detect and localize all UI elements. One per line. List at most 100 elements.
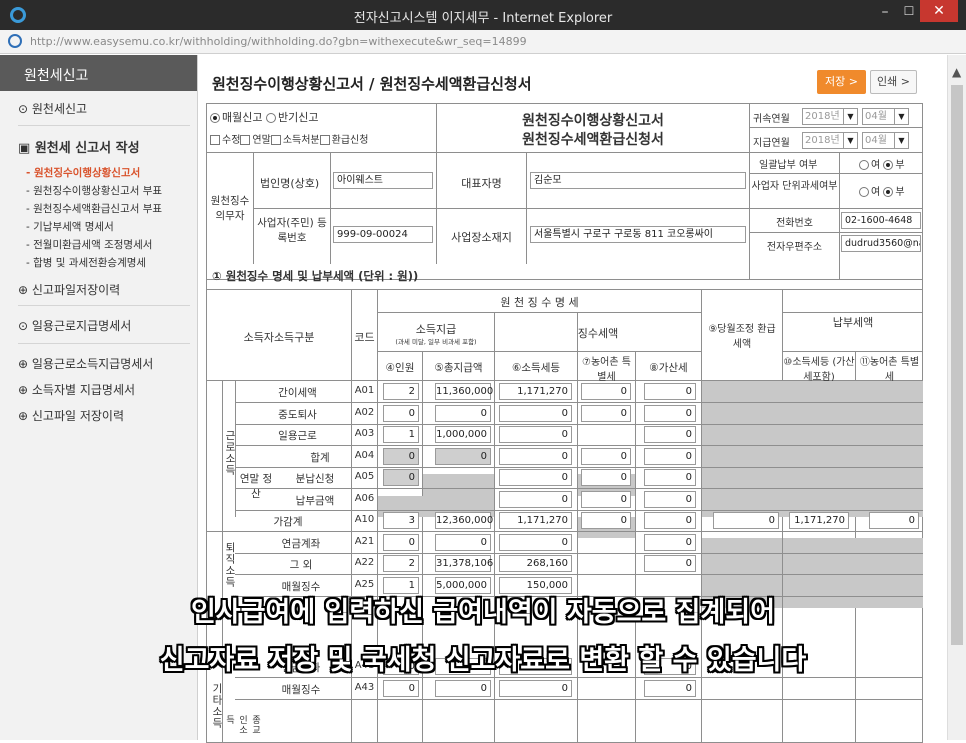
row-penalty[interactable]: 0 [644, 405, 696, 422]
sidebar-item-daily[interactable]: ⊙ 일용근로지급명세서 [18, 317, 131, 334]
address-bar[interactable]: http://www.easysemu.co.kr/withholding/wi… [0, 30, 966, 54]
row-penalty[interactable]: 0 [644, 448, 696, 465]
report-type-radios[interactable]: 매월신고 반기신고 [210, 109, 318, 125]
minimize-icon[interactable]: – [874, 4, 896, 24]
addr-input[interactable]: 서울특별시 구로구 구로동 811 코오롱싸이 [530, 226, 746, 243]
email-input[interactable]: dudrud3560@na [841, 235, 921, 252]
col-6: ⑥소득세등 [511, 362, 561, 374]
row-amount[interactable]: 11,360,000 [435, 383, 493, 400]
scroll-thumb[interactable] [951, 85, 963, 645]
row-persons[interactable]: 2 [383, 383, 419, 400]
row-due-rural[interactable]: 0 [869, 512, 919, 529]
row-persons[interactable]: 2 [383, 555, 419, 572]
row-penalty[interactable]: 0 [644, 534, 696, 551]
year-select[interactable]: 2018년 ▼ [802, 108, 858, 125]
row-amount[interactable]: 0 [435, 658, 491, 675]
sidebar-sub-1[interactable]: - 원천징수이행상황신고서 부표 [26, 183, 162, 198]
print-button[interactable]: 인쇄 > [870, 70, 917, 94]
col-pay-note: (과세 미달, 일부 비과세 포함) [395, 338, 477, 346]
sidebar-sub-4[interactable]: - 전월미환급세액 조정명세서 [26, 237, 152, 252]
row-penalty[interactable]: 0 [644, 512, 696, 529]
scroll-up-icon[interactable]: ▲ [952, 65, 961, 79]
row-persons[interactable]: 1 [383, 577, 419, 594]
row-tax[interactable]: 0 [499, 680, 572, 697]
row-tax[interactable]: 0 [499, 426, 572, 443]
row-amount[interactable]: 0 [435, 534, 491, 551]
row-tax[interactable]: 1,171,270 [499, 383, 572, 400]
save-button[interactable]: 저장 > [817, 70, 866, 94]
pay-year-select[interactable]: 2018년 ▼ [802, 132, 858, 149]
row-penalty[interactable]: 0 [644, 383, 696, 400]
unit-radios[interactable]: 여 부 [859, 183, 905, 198]
row-persons[interactable]: 0 [383, 448, 419, 465]
row-tax[interactable]: 0 [499, 448, 572, 465]
row-adjust[interactable]: 0 [713, 512, 779, 529]
bizno-label: 사업자(주민) 등록번호 [257, 217, 327, 244]
row-persons[interactable]: 3 [383, 512, 419, 529]
row-penalty[interactable]: 0 [644, 426, 696, 443]
row-code: A02 [354, 407, 375, 418]
row-rural-tax[interactable]: 0 [581, 491, 631, 508]
row-rural-tax[interactable]: 0 [581, 383, 631, 400]
radio-monthly[interactable] [210, 113, 220, 123]
row-rural-tax[interactable]: 0 [581, 405, 631, 422]
pay-month-select[interactable]: 04월 ▼ [862, 132, 909, 149]
row-penalty[interactable]: 0 [644, 680, 696, 697]
bulk-radios[interactable]: 여 부 [859, 156, 905, 171]
row-amount[interactable]: 0 [435, 680, 491, 697]
radio-half[interactable] [265, 113, 276, 123]
report-checks[interactable]: 수정 연말 소득처분 환급신청 [210, 131, 368, 146]
month-select[interactable]: 04월 ▼ [862, 108, 909, 125]
vertical-scrollbar[interactable]: ▲ [947, 55, 966, 740]
addr-label: 사업장소재지 [451, 231, 512, 244]
row-persons[interactable]: 0 [383, 405, 419, 422]
row-tax[interactable]: 0 [499, 469, 572, 486]
sidebar-sub-2[interactable]: - 원천징수세액환급신고서 부표 [26, 201, 162, 216]
row-rural-tax[interactable]: 0 [581, 512, 631, 529]
sidebar-file-history[interactable]: ⊕ 신고파일저장이력 [18, 281, 120, 298]
row-tax[interactable]: 268,160 [499, 555, 572, 572]
sidebar-daily-0[interactable]: ⊕ 일용근로소득지급명세서 [18, 355, 153, 372]
row-tax[interactable]: 0 [499, 491, 572, 508]
phone-input[interactable]: 02-1600-4648 [841, 212, 921, 229]
row-label: 그 외 [289, 559, 313, 571]
row-penalty[interactable]: 0 [644, 491, 696, 508]
row-persons[interactable]: 0 [383, 680, 419, 697]
row-amount[interactable]: 5,000,000 [435, 577, 491, 594]
corp-name-input[interactable]: 아이웨스트 [333, 172, 433, 189]
sidebar-sub-5[interactable]: - 합병 및 과세전환승계명세 [26, 255, 146, 270]
row-due[interactable]: 1,171,270 [789, 512, 849, 529]
row-amount[interactable]: 31,378,106 [435, 555, 493, 572]
row-amount[interactable]: 1,000,000 [435, 426, 491, 443]
row-tax[interactable]: 150,000 [499, 577, 572, 594]
row-tax[interactable]: 1,171,270 [499, 512, 572, 529]
sidebar-sub-3[interactable]: - 기납부세액 명세서 [26, 219, 114, 234]
row-tax[interactable]: 0 [499, 405, 572, 422]
sidebar-sub-0[interactable]: - 원천징수이행상황신고서 [26, 165, 140, 180]
row-persons[interactable]: 1 [383, 426, 419, 443]
row-amount[interactable]: 0 [435, 448, 491, 465]
row-tax[interactable]: 0 [499, 534, 572, 551]
row-penalty[interactable]: 0 [644, 658, 696, 675]
sidebar-item-withholding[interactable]: ⊙ 원천세신고 [18, 100, 87, 117]
close-icon[interactable]: ✕ [920, 0, 958, 22]
maximize-icon[interactable]: ☐ [898, 4, 920, 24]
sidebar-daily-1[interactable]: ⊕ 소득자별 지급명세서 [18, 381, 135, 398]
sidebar-group-write[interactable]: ▣ 원천세 신고서 작성 [18, 137, 140, 156]
url-text[interactable]: http://www.easysemu.co.kr/withholding/wi… [30, 35, 527, 48]
row-persons[interactable]: 0 [383, 469, 419, 486]
row-amount[interactable]: 0 [435, 405, 491, 422]
row-code: A04 [354, 450, 375, 461]
row-persons[interactable]: 0 [383, 534, 419, 551]
row-penalty[interactable]: 0 [644, 555, 696, 572]
sidebar-daily-2[interactable]: ⊕ 신고파일 저장이력 [18, 407, 124, 424]
rep-label: 대표자명 [461, 177, 502, 190]
row-rural-tax[interactable]: 0 [581, 448, 631, 465]
bizno-input[interactable]: 999-09-00024 [333, 226, 433, 243]
row-persons[interactable]: 0 [383, 658, 419, 675]
row-tax[interactable]: 0 [499, 658, 572, 675]
rep-name-input[interactable]: 김순모 [530, 172, 746, 189]
row-amount[interactable]: 12,360,000 [435, 512, 493, 529]
row-rural-tax[interactable]: 0 [581, 469, 631, 486]
row-penalty[interactable]: 0 [644, 469, 696, 486]
